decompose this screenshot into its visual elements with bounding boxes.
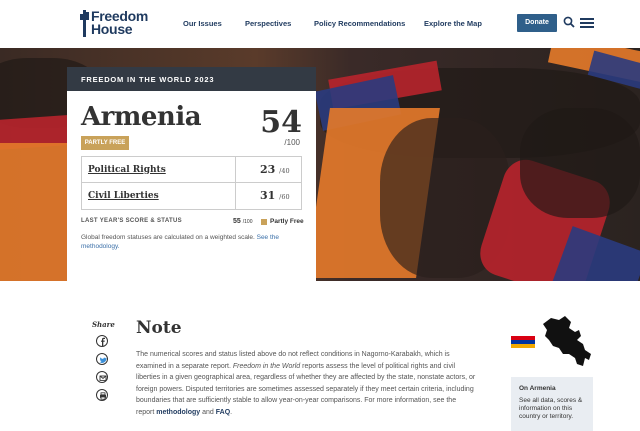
political-rights-score: 23 /40	[235, 157, 301, 182]
nav-perspectives[interactable]: Perspectives	[245, 19, 291, 28]
civil-liberties-score: 31 /60	[235, 183, 301, 209]
twitter-icon[interactable]	[96, 353, 108, 365]
share-label: Share	[92, 320, 115, 329]
logo-mark-icon	[80, 10, 89, 37]
status-dot-icon	[261, 219, 267, 225]
site-header: Freedom House Our Issues Perspectives Po…	[0, 0, 640, 48]
email-icon[interactable]	[96, 371, 108, 383]
note-title: Note	[136, 318, 182, 338]
total-score-max: /100	[284, 138, 300, 147]
freedom-house-logo[interactable]: Freedom House	[80, 9, 148, 37]
last-year-score: 55 /100	[233, 218, 253, 225]
armenia-map-icon	[543, 316, 591, 366]
political-rights-link[interactable]: Political Rights	[82, 165, 235, 175]
table-row: Civil Liberties 31 /60	[82, 183, 301, 209]
search-icon[interactable]	[563, 16, 575, 28]
on-armenia-description: See all data, scores & information on th…	[519, 397, 583, 420]
status-badge: PARTLY FREE	[81, 136, 129, 150]
nav-policy-recommendations[interactable]: Policy Recommendations	[314, 19, 405, 28]
last-year-status: Partly Free	[270, 218, 304, 225]
footnote: Global freedom statuses are calculated o…	[81, 234, 280, 250]
logo-line-2: House	[91, 21, 133, 37]
on-armenia-panel[interactable]: On Armenia See all data, scores & inform…	[511, 377, 593, 431]
print-icon[interactable]	[96, 389, 108, 401]
score-breakdown-table: Political Rights 23 /40 Civil Liberties …	[81, 156, 302, 210]
faq-link[interactable]: FAQ	[216, 409, 230, 416]
methodology-link[interactable]: methodology	[156, 409, 200, 416]
donate-button[interactable]: Donate	[517, 14, 557, 32]
last-year-label: LAST YEAR'S SCORE & STATUS	[81, 218, 182, 224]
civil-liberties-link[interactable]: Civil Liberties	[82, 191, 235, 201]
facebook-icon[interactable]	[96, 335, 108, 347]
hamburger-menu-icon[interactable]	[580, 18, 594, 28]
on-armenia-title: On Armenia	[519, 385, 556, 392]
nav-our-issues[interactable]: Our Issues	[183, 19, 222, 28]
country-name: Armenia	[81, 102, 202, 132]
total-score: 54	[260, 105, 302, 140]
nav-explore-the-map[interactable]: Explore the Map	[424, 19, 482, 28]
table-row: Political Rights 23 /40	[82, 157, 301, 183]
note-body: The numerical scores and status listed a…	[136, 351, 476, 416]
score-card: FREEDOM IN THE WORLD 2023 Armenia 54 /10…	[67, 67, 316, 281]
armenia-flag-icon	[511, 336, 535, 348]
report-title: FREEDOM IN THE WORLD 2023	[67, 67, 316, 91]
